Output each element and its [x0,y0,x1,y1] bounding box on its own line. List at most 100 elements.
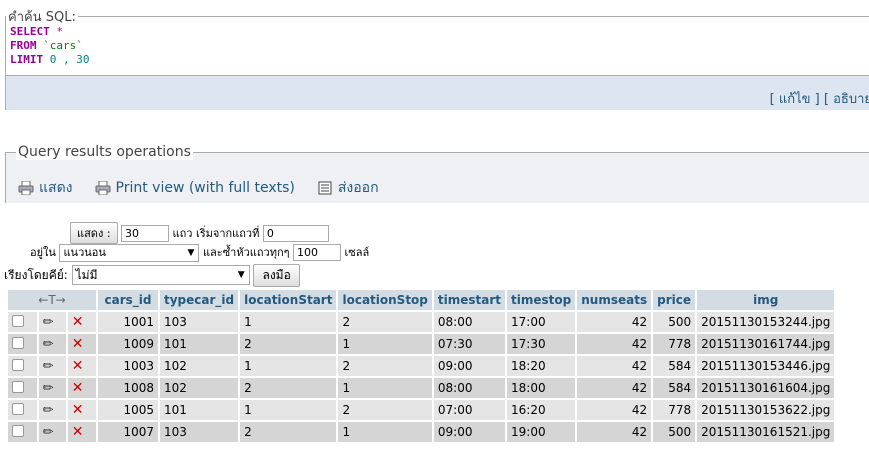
go-button[interactable]: ลงมือ [253,264,300,287]
column-header[interactable]: locationStart [240,290,337,310]
row-checkbox[interactable] [12,314,24,327]
edit-cell[interactable]: ✏ [38,422,66,442]
table-cell: 20151130153446.jpg [697,356,835,376]
print-full-view-link[interactable]: Print view (with full texts) [95,177,295,199]
delete-icon[interactable]: ✕ [72,314,84,330]
delete-cell[interactable]: ✕ [67,356,96,376]
delete-icon[interactable]: ✕ [72,380,84,396]
row-checkbox[interactable] [12,402,24,415]
table-cell: 1 [338,422,432,442]
table-header-row: ←T→ cars_id typecar_id locationStart loc… [8,290,835,310]
table-cell: 42 [577,378,652,398]
delete-icon[interactable]: ✕ [72,336,84,352]
delete-cell[interactable]: ✕ [67,422,96,442]
delete-icon[interactable]: ✕ [72,424,84,440]
column-header[interactable]: cars_id [98,290,158,310]
sql-table-name: `cars` [36,39,83,52]
table-cell: 2 [338,312,432,332]
table-cell: 20151130153244.jpg [697,312,835,332]
row-select-cell[interactable] [8,334,37,354]
table-cell: 07:30 [433,334,506,354]
table-cell: 09:00 [433,422,506,442]
row-select-cell[interactable] [8,378,37,398]
row-checkbox[interactable] [12,336,24,349]
start-row-input[interactable] [262,225,329,242]
table-cell: 42 [577,422,652,442]
table-cell: 18:20 [507,356,576,376]
column-header[interactable]: numseats [577,290,652,310]
mode-label: อยู่ใน [30,246,56,259]
print-view-link[interactable]: แสดง [18,177,73,199]
table-cell: 42 [577,400,652,420]
column-header[interactable]: timestop [507,290,576,310]
delete-cell[interactable]: ✕ [67,378,96,398]
edit-cell[interactable]: ✏ [38,334,66,354]
table-cell: 102 [160,378,239,398]
table-cell: 1008 [98,378,158,398]
sql-query-fieldset: คำค้น SQL: [5,6,869,76]
display-mode-value: แนวนอน [63,246,106,259]
pencil-icon[interactable]: ✏ [43,381,54,396]
row-checkbox[interactable] [12,424,24,437]
show-button[interactable]: แสดง : [70,222,118,244]
edit-cell[interactable]: ✏ [38,400,66,420]
delete-icon[interactable]: ✕ [72,358,84,374]
sql-keyword: SELECT [10,25,50,38]
table-cell: 1 [240,400,337,420]
rows-label: แถว เริ่มจากแถวที่ [172,227,260,240]
delete-cell[interactable]: ✕ [67,312,96,332]
edit-cell[interactable]: ✏ [38,378,66,398]
pencil-icon[interactable]: ✏ [43,425,54,440]
table-cell: 1001 [98,312,158,332]
row-select-cell[interactable] [8,400,37,420]
table-cell: 2 [338,400,432,420]
repeat-header-input[interactable] [293,244,342,261]
table-cell: 1 [240,356,337,376]
column-arrows[interactable]: ←T→ [8,290,96,310]
sort-key-select[interactable]: ไม่มี ▼ [71,265,250,285]
sql-keyword: LIMIT [10,53,44,66]
display-mode-select[interactable]: แนวนอน ▼ [59,244,200,262]
table-cell: 500 [653,422,696,442]
rows-per-page-input[interactable] [121,225,170,242]
table-row: ✏ ✕ 1003 102 1 2 09:00 18:20 42 584 20151130153446… [8,356,835,376]
edit-cell[interactable]: ✏ [38,356,66,376]
nav-row-3: เรียงโดยคีย์: ไม่มี ▼ ลงมือ [4,264,300,287]
print-icon [95,181,110,195]
table-cell: 17:00 [507,312,576,332]
table-cell: 42 [577,334,652,354]
query-results-operations: Query results operations แสดง Print view… [5,144,869,203]
table-row: ✏ ✕ 1008 102 2 1 08:00 18:00 42 584 20151130161604… [8,378,835,398]
row-select-cell[interactable] [8,312,37,332]
table-cell: 1 [240,312,337,332]
edit-cell[interactable]: ✏ [38,312,66,332]
table-body: ✏ ✕ 1001 103 1 2 08:00 17:00 42 500 20151130153244… [8,312,835,442]
pencil-icon[interactable]: ✏ [43,403,54,418]
chevron-down-icon: ▼ [237,270,245,280]
column-header[interactable]: timestart [433,290,506,310]
delete-icon[interactable]: ✕ [72,402,84,418]
column-header[interactable]: typecar_id [160,290,239,310]
column-header[interactable]: price [653,290,696,310]
column-header[interactable]: img [697,290,835,310]
pencil-icon[interactable]: ✏ [43,315,54,330]
delete-cell[interactable]: ✕ [67,334,96,354]
row-select-cell[interactable] [8,422,37,442]
pencil-icon[interactable]: ✏ [43,337,54,352]
nav-row-2: อยู่ใน แนวนอน ▼ และซ้ำหัวแถวทุกๆ เซลล์ [30,243,369,262]
explain-query-link[interactable]: อธิบาย [833,92,869,107]
export-link[interactable]: ส่งออก [317,177,379,199]
delete-cell[interactable]: ✕ [67,400,96,420]
pencil-icon[interactable]: ✏ [43,359,54,374]
sql-keyword: FROM [10,39,37,52]
table-cell: 08:00 [433,312,506,332]
column-header[interactable]: locationStop [338,290,432,310]
row-checkbox[interactable] [12,358,24,371]
edit-query-link[interactable]: แก้ไข [779,92,811,107]
table-cell: 1007 [98,422,158,442]
table-cell: 20151130161604.jpg [697,378,835,398]
table-row: ✏ ✕ 1009 101 2 1 07:30 17:30 42 778 20151130161744… [8,334,835,354]
print-icon [18,181,34,195]
row-select-cell[interactable] [8,356,37,376]
row-checkbox[interactable] [12,380,24,393]
